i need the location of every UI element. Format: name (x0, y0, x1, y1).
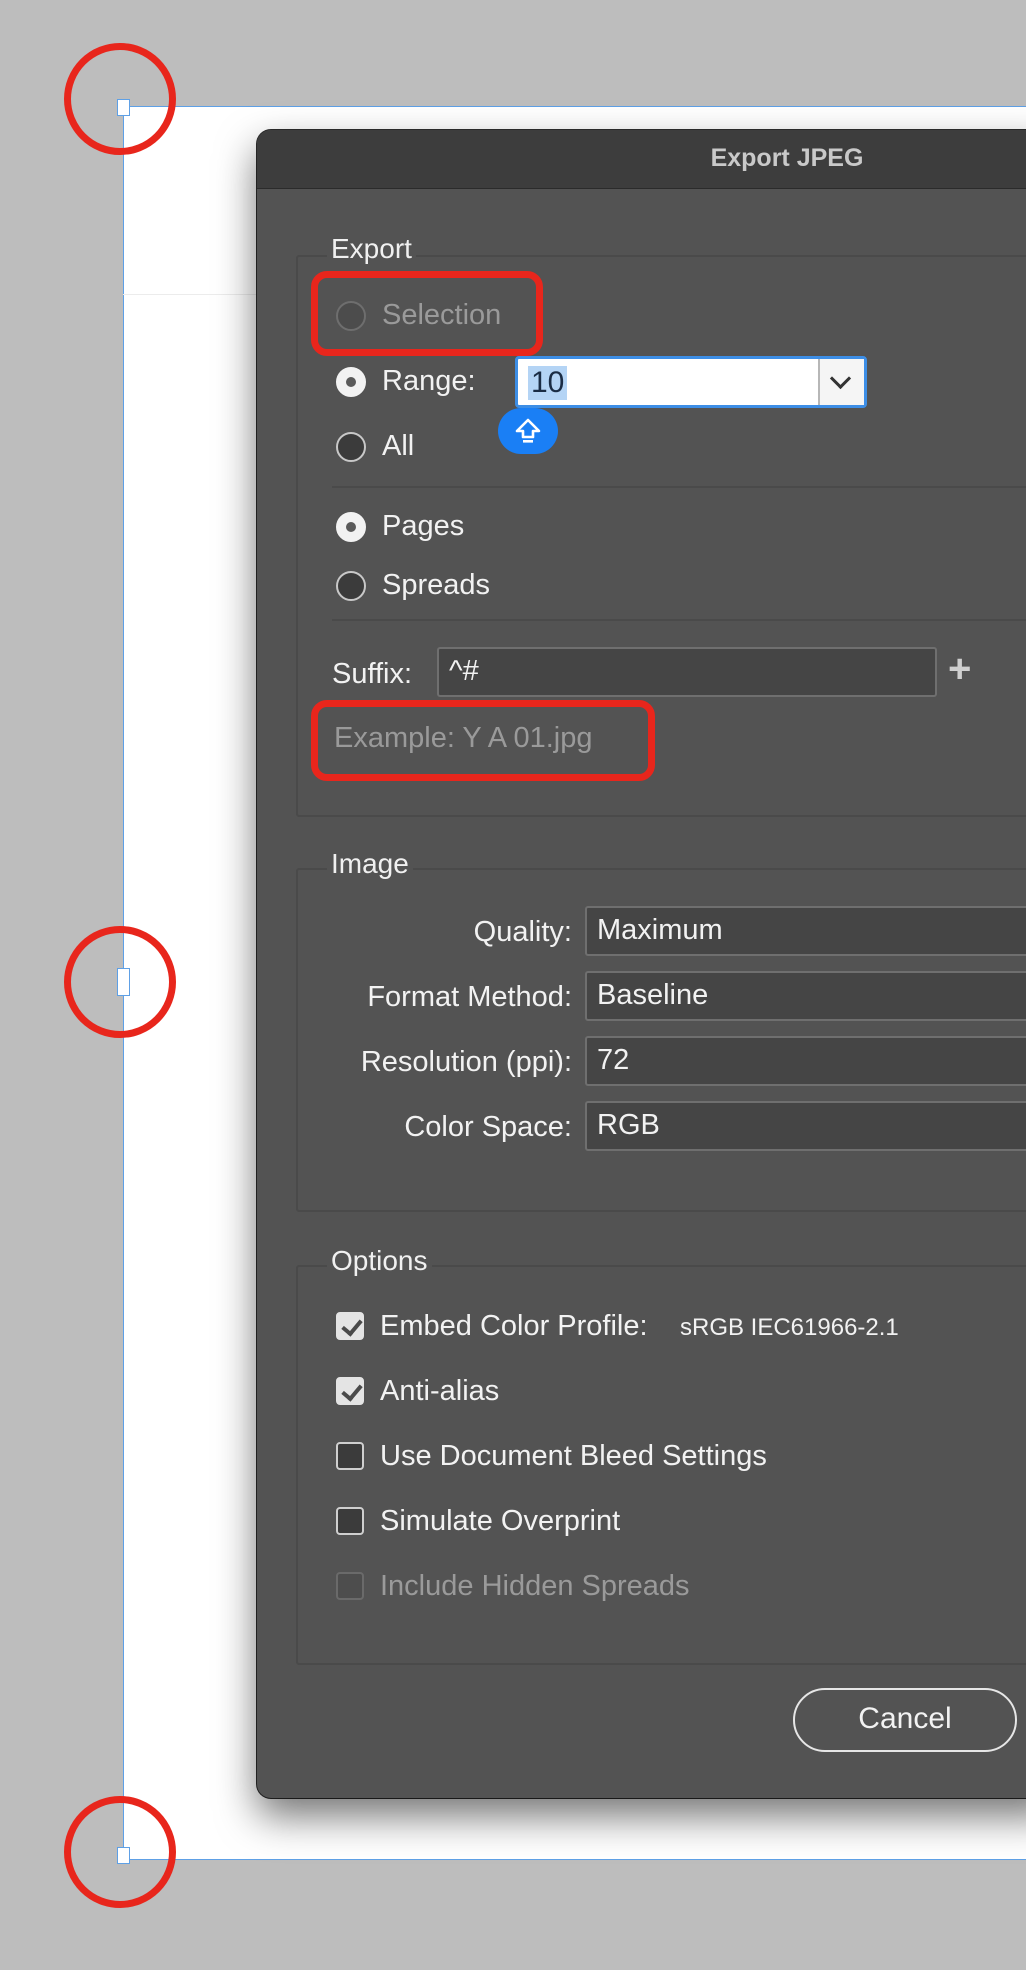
simulate-overprint-label: Simulate Overprint (380, 1505, 621, 1537)
embed-color-profile-label: Embed Color Profile: (380, 1310, 648, 1342)
color-space-select[interactable]: RGB (585, 1101, 1026, 1151)
pages-radio[interactable] (336, 512, 366, 542)
page-guide-line (123, 294, 263, 295)
all-label: All (382, 430, 415, 462)
all-radio[interactable] (336, 432, 366, 462)
suffix-input[interactable]: ^# (437, 647, 937, 697)
color-space-label: Color Space: (404, 1111, 572, 1143)
range-label: Range: (382, 365, 476, 397)
range-radio[interactable] (336, 367, 366, 397)
document-bleed-checkbox[interactable] (336, 1442, 364, 1470)
annotation-circle-middle (64, 926, 176, 1038)
suffix-label: Suffix: (332, 658, 413, 690)
annotation-circle-bottom (64, 1796, 176, 1908)
include-hidden-spreads-label: Include Hidden Spreads (380, 1570, 690, 1602)
range-dropdown-button[interactable] (818, 359, 864, 405)
options-legend: Options (327, 1245, 432, 1277)
export-separator-2 (332, 619, 1026, 621)
format-method-select[interactable]: Baseline (585, 971, 1026, 1021)
embed-color-profile-value: sRGB IEC61966-2.1 (680, 1314, 899, 1341)
chevron-down-icon (829, 367, 852, 390)
spreads-label: Spreads (382, 569, 491, 601)
export-separator-1 (332, 486, 1026, 488)
dialog-title: Export JPEG (710, 144, 864, 172)
resolution-input[interactable]: 72 (585, 1036, 1026, 1086)
quality-label: Quality: (473, 916, 572, 948)
dialog-titlebar: Export JPEG (257, 130, 1026, 189)
annotation-highlight-example (311, 700, 655, 781)
annotation-highlight-selection (311, 271, 543, 356)
embed-color-profile-checkbox[interactable] (336, 1312, 364, 1340)
cancel-button[interactable]: Cancel (793, 1688, 1017, 1752)
resolution-label: Resolution (ppi): (360, 1046, 572, 1078)
document-bleed-label: Use Document Bleed Settings (380, 1440, 767, 1472)
simulate-overprint-checkbox[interactable] (336, 1507, 364, 1535)
anti-alias-label: Anti-alias (380, 1375, 500, 1407)
range-input[interactable]: 10 (528, 366, 568, 400)
annotation-circle-top (64, 43, 176, 155)
export-legend: Export (327, 233, 416, 265)
format-method-label: Format Method: (367, 981, 572, 1013)
quality-select[interactable]: Maximum (585, 906, 1026, 956)
anti-alias-checkbox[interactable] (336, 1377, 364, 1405)
image-legend: Image (327, 848, 413, 880)
spreads-radio[interactable] (336, 571, 366, 601)
include-hidden-spreads-checkbox (336, 1572, 364, 1600)
plus-icon[interactable]: + (948, 647, 971, 692)
caps-lock-icon (498, 408, 558, 454)
pages-label: Pages (382, 510, 465, 542)
range-combobox[interactable]: 10 (515, 356, 867, 408)
